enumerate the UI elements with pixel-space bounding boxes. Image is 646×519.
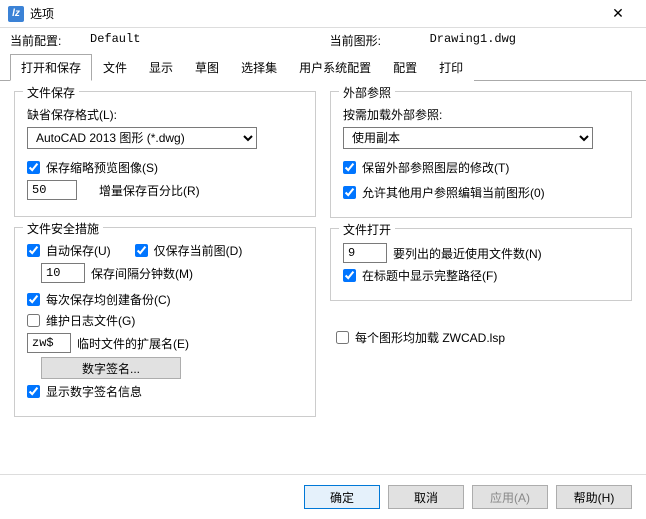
- close-icon[interactable]: ✕: [598, 0, 638, 28]
- maintain-log-label: 维护日志文件(G): [46, 312, 135, 329]
- default-format-label: 缺省保存格式(L):: [27, 106, 117, 123]
- load-lisp-label: 每个图形均加载 ZWCAD.lsp: [355, 329, 505, 346]
- left-column: 文件保存 缺省保存格式(L): AutoCAD 2013 图形 (*.dwg) …: [14, 91, 316, 417]
- tab-files[interactable]: 文件: [92, 54, 138, 81]
- show-digital-info-checkbox[interactable]: [27, 385, 40, 398]
- temp-ext-input[interactable]: [27, 333, 71, 353]
- demand-load-label: 按需加载外部参照:: [343, 106, 442, 123]
- help-button[interactable]: 帮助(H): [556, 485, 632, 509]
- retain-changes-label: 保留外部参照图层的修改(T): [362, 159, 509, 176]
- cancel-button[interactable]: 取消: [388, 485, 464, 509]
- group-file-open: 文件打开 要列出的最近使用文件数(N) 在标题中显示完整路径(F): [330, 228, 632, 301]
- backup-each-save-checkbox[interactable]: [27, 293, 40, 306]
- backup-each-save-label: 每次保存均创建备份(C): [46, 291, 171, 308]
- group-xref: 外部参照 按需加载外部参照: 使用副本 保留外部参照图层的修改(T) 允许其他用…: [330, 91, 632, 218]
- group-file-safety-title: 文件安全措施: [23, 220, 103, 237]
- tab-profiles[interactable]: 配置: [382, 54, 428, 81]
- titlebar: lz 选项 ✕: [0, 0, 646, 28]
- only-current-label: 仅保存当前图(D): [154, 242, 243, 259]
- default-format-select[interactable]: AutoCAD 2013 图形 (*.dwg): [27, 127, 257, 149]
- only-current-checkbox[interactable]: [135, 244, 148, 257]
- autosave-label: 自动保存(U): [46, 242, 111, 259]
- tabs: 打开和保存 文件 显示 草图 选择集 用户系统配置 配置 打印: [0, 53, 646, 81]
- tab-display[interactable]: 显示: [138, 54, 184, 81]
- tab-selection[interactable]: 选择集: [230, 54, 288, 81]
- profile-row: 当前配置: Default 当前图形: Drawing1.dwg: [0, 28, 646, 51]
- save-thumbnail-label: 保存缩略预览图像(S): [46, 159, 158, 176]
- full-path-title-label: 在标题中显示完整路径(F): [362, 267, 497, 284]
- right-column: 外部参照 按需加载外部参照: 使用副本 保留外部参照图层的修改(T) 允许其他用…: [330, 91, 632, 417]
- current-drawing-value: Drawing1.dwg: [430, 32, 516, 49]
- window-title: 选项: [30, 5, 598, 22]
- group-file-open-title: 文件打开: [339, 221, 395, 238]
- allow-others-label: 允许其他用户参照编辑当前图形(0): [362, 184, 545, 201]
- load-lisp-checkbox[interactable]: [336, 331, 349, 344]
- recent-count-label: 要列出的最近使用文件数(N): [393, 245, 542, 262]
- tab-plot[interactable]: 打印: [428, 54, 474, 81]
- save-thumbnail-checkbox[interactable]: [27, 161, 40, 174]
- group-file-safety: 文件安全措施 自动保存(U) 仅保存当前图(D) 保存间隔分钟数(M) 每次保存…: [14, 227, 316, 417]
- allow-others-checkbox[interactable]: [343, 186, 356, 199]
- group-xref-title: 外部参照: [339, 84, 395, 101]
- current-profile-label: 当前配置:: [10, 32, 90, 49]
- temp-ext-label: 临时文件的扩展名(E): [77, 335, 189, 352]
- tab-user-prefs[interactable]: 用户系统配置: [288, 54, 382, 81]
- footer: 确定 取消 应用(A) 帮助(H): [0, 474, 646, 519]
- tab-open-save[interactable]: 打开和保存: [10, 54, 92, 81]
- full-path-title-checkbox[interactable]: [343, 269, 356, 282]
- content: 文件保存 缺省保存格式(L): AutoCAD 2013 图形 (*.dwg) …: [0, 81, 646, 427]
- show-digital-info-label: 显示数字签名信息: [46, 383, 142, 400]
- apply-button[interactable]: 应用(A): [472, 485, 548, 509]
- group-file-save: 文件保存 缺省保存格式(L): AutoCAD 2013 图形 (*.dwg) …: [14, 91, 316, 217]
- current-profile-value: Default: [90, 32, 140, 49]
- tab-draft[interactable]: 草图: [184, 54, 230, 81]
- digital-signature-button[interactable]: 数字签名...: [41, 357, 181, 379]
- current-drawing-label: 当前图形:: [330, 32, 430, 49]
- recent-count-input[interactable]: [343, 243, 387, 263]
- autosave-checkbox[interactable]: [27, 244, 40, 257]
- interval-label: 保存间隔分钟数(M): [91, 265, 193, 282]
- maintain-log-checkbox[interactable]: [27, 314, 40, 327]
- demand-load-select[interactable]: 使用副本: [343, 127, 593, 149]
- retain-changes-checkbox[interactable]: [343, 161, 356, 174]
- interval-input[interactable]: [41, 263, 85, 283]
- ok-button[interactable]: 确定: [304, 485, 380, 509]
- app-icon: lz: [8, 6, 24, 22]
- group-file-save-title: 文件保存: [23, 84, 79, 101]
- incremental-percent-input[interactable]: [27, 180, 77, 200]
- incremental-percent-label: 增量保存百分比(R): [99, 182, 200, 199]
